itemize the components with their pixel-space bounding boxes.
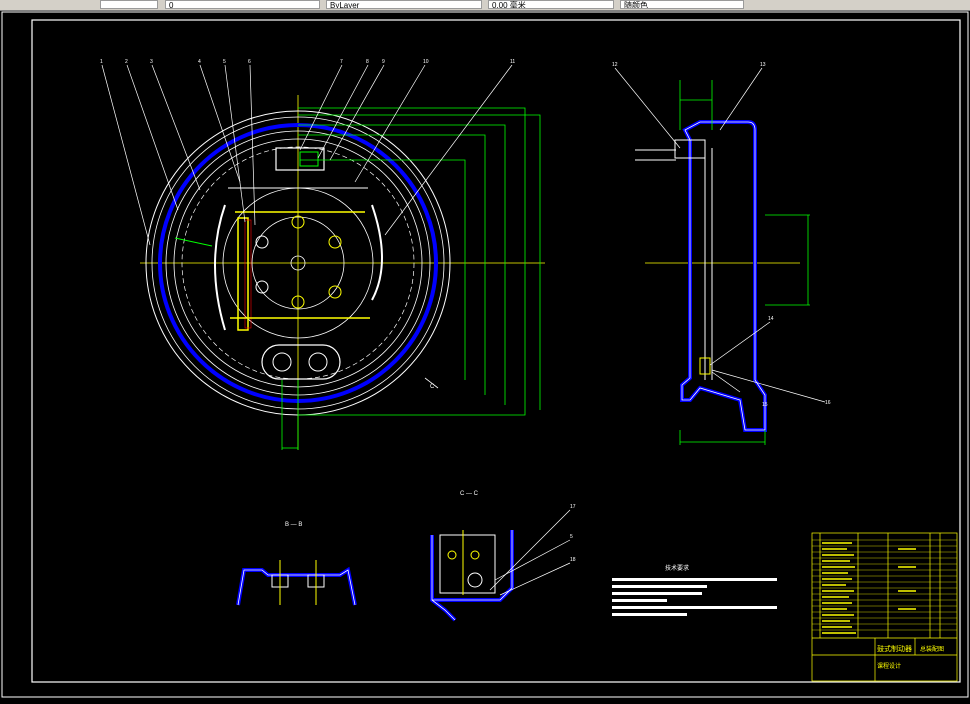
linetype-field[interactable]: ByLayer	[326, 0, 482, 9]
callout-7: 7	[340, 59, 343, 65]
section-cc-label: C — C	[460, 491, 479, 497]
callout-16: 16	[825, 400, 831, 406]
callout-5b: 5	[570, 534, 573, 540]
drawing-svg: 1 2 3 4 5 6 7 8 9 10 11 C 12 13 14 15 16…	[1, 11, 969, 698]
callout-14: 14	[768, 316, 774, 322]
callout-5: 5	[223, 59, 226, 65]
callout-numbers-side: 12 13 14 15 16	[612, 62, 831, 408]
callout-numbers-cc: 17 5 18	[570, 504, 576, 563]
callout-numbers-front: 1 2 3 4 5 6 7 8 9 10 11	[100, 59, 515, 65]
callout-leaders-side	[614, 67, 826, 403]
plotstyle-field[interactable]: 随颜色	[620, 0, 744, 9]
layer-tools[interactable]	[100, 0, 158, 9]
drawing-name: 鼓式制动器	[877, 644, 912, 653]
callout-1: 1	[100, 59, 103, 65]
callout-13: 13	[760, 62, 766, 68]
section-bb-view	[236, 560, 357, 606]
callout-17: 17	[570, 504, 576, 510]
drawing-subtitle: 总装配图	[920, 645, 944, 653]
company-name: 课程设计	[877, 662, 901, 670]
callout-10: 10	[423, 59, 429, 65]
callout-3: 3	[150, 59, 153, 65]
front-view	[140, 95, 545, 450]
drawing-canvas[interactable]: 1 2 3 4 5 6 7 8 9 10 11 C 12 13 14 15 16…	[0, 10, 970, 699]
section-bb-label: B — B	[285, 522, 302, 528]
callout-8: 8	[366, 59, 369, 65]
callout-18: 18	[570, 557, 576, 563]
drawing-frame	[31, 19, 961, 683]
lineweight-field[interactable]: 0.00 毫米	[488, 0, 614, 9]
layer-field[interactable]: 0	[165, 0, 320, 9]
callout-11: 11	[510, 59, 515, 65]
callout-15: 15	[762, 402, 768, 408]
callout-9: 9	[382, 59, 385, 65]
tech-requirements-lines	[612, 578, 777, 616]
view-c-label: C	[430, 384, 435, 390]
callout-2: 2	[125, 59, 128, 65]
tech-requirements-title: 技术要求	[665, 564, 689, 572]
callout-12: 12	[612, 62, 618, 68]
section-cc-view	[430, 509, 571, 622]
callout-6: 6	[248, 59, 251, 65]
callout-4: 4	[198, 59, 201, 65]
